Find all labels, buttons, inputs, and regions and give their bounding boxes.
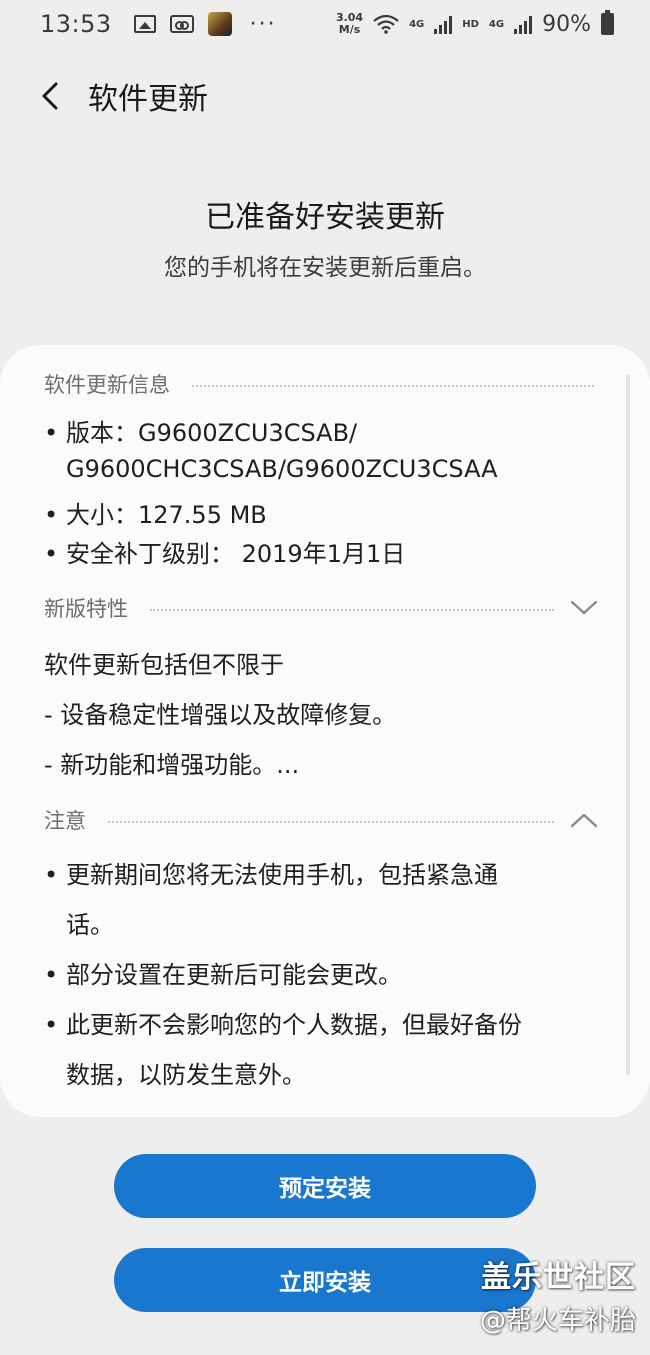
scrollbar[interactable]: [626, 375, 630, 1075]
size-item: • 大小：127.55 MB: [44, 495, 267, 530]
expand-features-button[interactable]: [564, 593, 604, 623]
wifi-icon: [373, 14, 399, 34]
network-type-2: 4G: [488, 18, 505, 30]
section-title-features: 新版特性: [44, 597, 128, 621]
more-notifications-icon: ···: [249, 11, 277, 37]
divider-dots: [192, 385, 594, 387]
ready-title: 已准备好安装更新: [205, 200, 445, 235]
chevron-up-icon: [570, 813, 598, 828]
install-now-button[interactable]: 立即安装: [114, 1248, 536, 1312]
status-time: 13:53: [40, 10, 112, 38]
bullet: •: [44, 540, 59, 568]
cassette-icon: [169, 15, 194, 33]
size-text: 大小：127.55 MB: [66, 501, 267, 529]
note-item-3-line2: 数据，以防发生意外。: [66, 1061, 306, 1089]
note-item-1-line1: 更新期间您将无法使用手机，包括紧急通: [66, 861, 498, 889]
update-details-card[interactable]: 软件更新信息 • 版本：G9600ZCU3CSAB/ G9600CHC3CSAB/…: [0, 345, 650, 1117]
divider-dots: [108, 821, 554, 823]
note-item-1: • 更新期间您将无法使用手机，包括紧急通: [44, 855, 498, 890]
features-intro: 软件更新包括但不限于: [44, 651, 284, 679]
restart-notice: 您的手机将在安装更新后重启。: [164, 255, 486, 281]
hd-label: HD: [462, 18, 479, 30]
bullet: •: [44, 419, 59, 447]
version-item: • 版本：G9600ZCU3CSAB/: [44, 413, 357, 448]
image-icon: [133, 15, 156, 33]
divider-dots: [150, 609, 554, 611]
section-notes[interactable]: 注意: [44, 805, 604, 835]
bullet: •: [44, 961, 59, 989]
network-speed-unit: M/s: [338, 23, 361, 36]
community-watermark: 盖乐世社区: [481, 1260, 636, 1295]
chevron-left-icon: [42, 82, 58, 110]
security-patch-text: 安全补丁级别： 2019年1月1日: [66, 540, 406, 568]
section-title-info: 软件更新信息: [44, 373, 170, 397]
bullet: •: [44, 861, 59, 889]
author-watermark: @帮火车补胎: [479, 1306, 636, 1336]
note-item-2: • 部分设置在更新后可能会更改。: [44, 955, 402, 990]
security-patch-item: • 安全补丁级别： 2019年1月1日: [44, 534, 405, 569]
game-app-icon: [207, 12, 232, 36]
status-bar: 13:53 ··· 3.04 M/s 4G HD 4G 90%: [0, 0, 650, 48]
note-item-3: • 此更新不会影响您的个人数据，但最好备份: [44, 1005, 522, 1040]
collapse-notes-button[interactable]: [564, 805, 604, 835]
version-text-line2: G9600CHC3CSAB/G9600ZCU3CSAA: [66, 455, 498, 483]
signal-icon: [434, 14, 453, 34]
system-icons: 3.04 M/s 4G HD 4G 90%: [336, 10, 614, 37]
network-speed: 3.04 M/s: [336, 12, 363, 36]
version-text-line1: 版本：G9600ZCU3CSAB/: [66, 419, 358, 447]
features-item-2: - 新功能和增强功能。...: [44, 751, 300, 779]
battery-percent: 90%: [542, 11, 591, 37]
battery-charging-icon: [601, 10, 614, 35]
note-item-3-line1: 此更新不会影响您的个人数据，但最好备份: [66, 1011, 522, 1039]
app-header: 软件更新: [0, 62, 650, 130]
bullet: •: [44, 1011, 59, 1039]
section-title-notes: 注意: [44, 809, 86, 833]
features-item-1: - 设备稳定性增强以及故障修复。: [44, 701, 397, 729]
page-title: 软件更新: [88, 82, 208, 117]
bullet: •: [44, 501, 59, 529]
chevron-down-icon: [570, 600, 598, 615]
note-item-1-line2: 话。: [66, 911, 114, 939]
back-button[interactable]: [14, 62, 86, 130]
section-new-features[interactable]: 新版特性: [44, 593, 604, 623]
schedule-install-button[interactable]: 预定安装: [114, 1154, 536, 1218]
network-type-1: 4G: [409, 18, 425, 30]
section-software-info: 软件更新信息: [44, 369, 604, 399]
note-item-2-text: 部分设置在更新后可能会更改。: [66, 961, 402, 989]
signal-icon-2: [514, 14, 533, 34]
notification-icons: ···: [133, 11, 277, 37]
